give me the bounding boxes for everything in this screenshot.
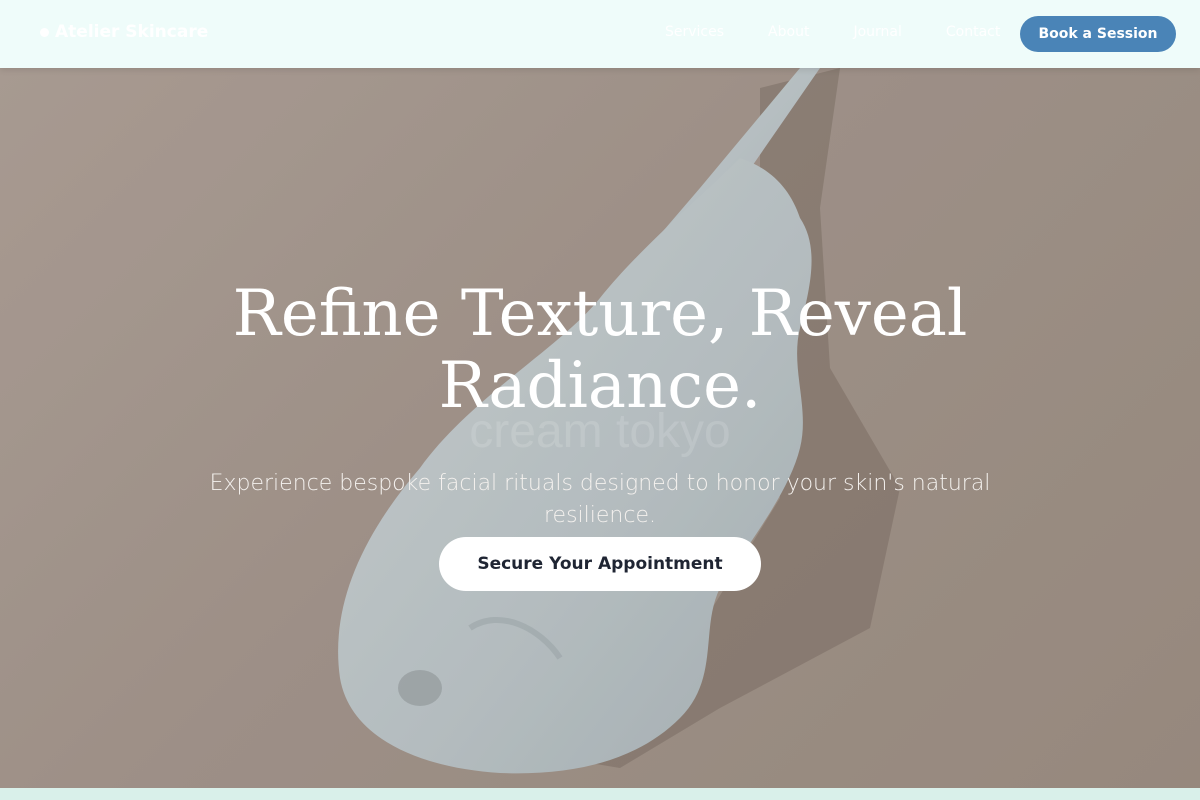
brand-dot-icon (40, 27, 49, 37)
page-bottom-strip (0, 788, 1200, 800)
secure-appointment-button[interactable]: Secure Your Appointment (439, 537, 761, 591)
top-navigation-bar: Atelier Skincare Services About Journal … (0, 0, 1200, 68)
nav-link-services[interactable]: Services (665, 24, 724, 40)
nav-link-contact[interactable]: Contact (946, 24, 1000, 40)
nav-link-about[interactable]: About (768, 24, 809, 40)
hero-title: Refine Texture, Reveal Radiance. (150, 278, 1050, 422)
brand-logo[interactable]: Atelier Skincare (40, 22, 208, 42)
book-session-button[interactable]: Book a Session (1020, 16, 1176, 52)
nav-link-journal[interactable]: Journal (853, 24, 901, 40)
hero-subtitle: Experience bespoke facial rituals design… (209, 471, 991, 528)
nav-links: Services About Journal Contact (665, 24, 1044, 40)
hero-section: Refine Texture, Reveal Radiance. cream t… (0, 68, 1200, 788)
background-watermark-text: cream tokyo (469, 405, 731, 458)
hero-title-line-1: Refine Texture, Reveal (232, 277, 968, 351)
brand-name: Atelier Skincare (55, 22, 209, 42)
